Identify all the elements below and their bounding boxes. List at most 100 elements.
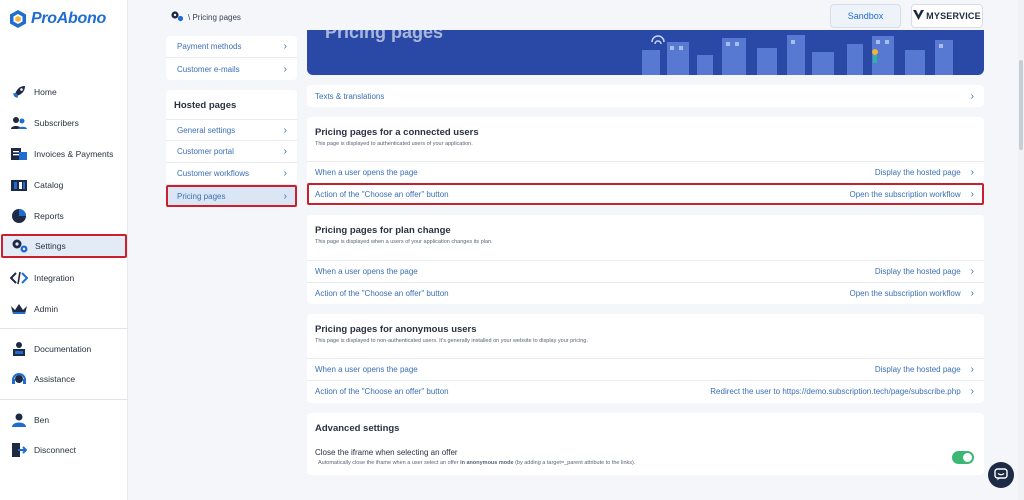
invoices-icon — [10, 145, 28, 163]
app-logo[interactable]: ProAbono — [10, 10, 106, 28]
chat-button[interactable] — [988, 462, 1014, 488]
sidebar-item-label: Reports — [34, 211, 64, 221]
chevron-right-icon: › — [283, 63, 287, 75]
chevron-right-icon: › — [283, 168, 287, 179]
breadcrumb: \ Pricing pages — [170, 10, 241, 24]
book-icon — [10, 340, 28, 358]
row-label: When a user opens the page — [315, 267, 418, 276]
logout-icon — [10, 441, 28, 459]
pie-chart-icon — [10, 207, 28, 225]
row-label: When a user opens the page — [315, 168, 418, 177]
submenu-item-label: Customer e-mails — [177, 64, 240, 74]
settings-gear-icon — [170, 10, 184, 24]
section-description: This page is displayed to non-authentica… — [315, 338, 588, 344]
chevron-right-icon: › — [970, 364, 974, 375]
proabono-logo-icon — [10, 10, 26, 28]
section-anonymous-users: Pricing pages for anonymous users This p… — [307, 314, 984, 403]
chevron-right-icon: › — [970, 90, 974, 102]
sidebar-item-invoices-payments[interactable]: Invoices & Payments — [0, 142, 128, 166]
sidebar-item-label: Catalog — [34, 180, 64, 190]
sidebar-item-catalog[interactable]: Catalog — [0, 173, 128, 197]
submenu-item-customer-workflows[interactable]: Customer workflows › — [166, 163, 297, 185]
myservice-logo-icon — [913, 10, 925, 22]
scrollbar-thumb[interactable] — [1019, 60, 1023, 150]
row-value: Display the hosted page — [874, 365, 961, 374]
section-plan-change: Pricing pages for plan change This page … — [307, 215, 984, 304]
organization-name: MYSERVICE — [926, 11, 981, 21]
sidebar-item-label: Ben — [34, 415, 50, 425]
submenu-item-pricing-pages[interactable]: Pricing pages › — [166, 185, 297, 207]
chevron-right-icon: › — [283, 190, 287, 202]
sidebar-item-documentation[interactable]: Documentation — [0, 337, 128, 361]
sidebar-item-label: Subscribers — [34, 118, 79, 128]
row-label: Action of the "Choose an offer" button — [315, 289, 449, 298]
headset-icon — [10, 370, 28, 388]
chevron-right-icon: › — [970, 386, 974, 397]
option-label: Close the iframe when selecting an offer — [315, 448, 458, 457]
sidebar-item-assistance[interactable]: Assistance — [0, 367, 128, 391]
advanced-settings-card: Advanced settings Close the iframe when … — [307, 413, 984, 475]
chevron-right-icon: › — [283, 146, 287, 157]
submenu-item-label: General settings — [177, 125, 236, 135]
organization-switcher[interactable]: MYSERVICE — [911, 4, 983, 28]
row-open-page[interactable]: When a user opens the page Display the h… — [307, 260, 984, 282]
sidebar-item-reports[interactable]: Reports — [0, 204, 128, 228]
texts-translations-link[interactable]: Texts & translations › — [307, 85, 984, 107]
option-description: Automatically close the iframe when a us… — [318, 460, 635, 466]
option-description-bold: in anonymous mode — [460, 460, 514, 466]
hosted-pages-menu: Hosted pages General settings › Customer… — [166, 90, 297, 207]
row-label: Action of the "Choose an offer" button — [315, 190, 449, 199]
row-choose-offer-action[interactable]: Action of the "Choose an offer" button R… — [307, 380, 984, 402]
row-choose-offer-action[interactable]: Action of the "Choose an offer" button O… — [307, 183, 984, 205]
row-label: Action of the "Choose an offer" button — [315, 387, 449, 396]
sidebar-item-label: Documentation — [34, 344, 92, 354]
section-title: Pricing pages for plan change — [315, 225, 451, 236]
section-title: Pricing pages for anonymous users — [315, 324, 477, 335]
row-value: Display the hosted page — [874, 168, 961, 177]
row-choose-offer-action[interactable]: Action of the "Choose an offer" button O… — [307, 282, 984, 304]
chevron-right-icon: › — [970, 189, 974, 200]
sidebar-item-disconnect[interactable]: Disconnect — [0, 438, 128, 462]
toggle-knob — [963, 453, 972, 462]
sidebar-item-integration[interactable]: Integration — [0, 266, 128, 290]
row-open-page[interactable]: When a user opens the page Display the h… — [307, 161, 984, 183]
row-label: Texts & translations — [315, 91, 385, 101]
row-value: Open the subscription workflow — [849, 289, 961, 298]
submenu-item-customer-emails[interactable]: Customer e-mails › — [166, 58, 297, 80]
sidebar-item-label: Disconnect — [34, 445, 77, 455]
users-icon — [10, 114, 28, 132]
row-value: Redirect the user to https://demo.subscr… — [710, 387, 961, 396]
app-name: ProAbono — [31, 10, 106, 27]
row-open-page[interactable]: When a user opens the page Display the h… — [307, 358, 984, 380]
catalog-icon — [10, 176, 28, 194]
close-iframe-toggle[interactable] — [952, 451, 974, 464]
hosted-pages-title: Hosted pages — [174, 100, 237, 111]
submenu-item-label: Customer workflows — [177, 169, 250, 178]
submenu-item-payment-methods[interactable]: Payment methods › — [166, 36, 297, 58]
sidebar-item-admin[interactable]: Admin — [0, 297, 128, 321]
submenu-item-label: Payment methods — [177, 42, 242, 51]
banner-illustration — [642, 35, 953, 75]
sandbox-button[interactable]: Sandbox — [830, 4, 901, 28]
sidebar-item-label: Integration — [34, 273, 75, 283]
sidebar-item-subscribers[interactable]: Subscribers — [0, 111, 128, 135]
sidebar-item-home[interactable]: Home — [0, 80, 128, 104]
row-label: When a user opens the page — [315, 365, 418, 374]
sidebar-item-settings[interactable]: Settings — [1, 234, 127, 258]
crown-icon — [10, 300, 28, 318]
submenu-item-label: Customer portal — [177, 147, 234, 156]
row-value: Open the subscription workflow — [849, 190, 961, 199]
chevron-right-icon: › — [970, 288, 974, 299]
section-description: This page is displayed to authenticated … — [315, 141, 473, 147]
page-scrollbar[interactable] — [1018, 0, 1024, 500]
submenu-item-general-settings[interactable]: General settings › — [166, 119, 297, 141]
sidebar-divider — [0, 399, 128, 400]
sidebar-item-label: Admin — [34, 304, 59, 314]
submenu-item-customer-portal[interactable]: Customer portal › — [166, 141, 297, 163]
sidebar-item-label: Settings — [35, 241, 66, 251]
code-icon — [10, 269, 28, 287]
sidebar-item-label: Invoices & Payments — [34, 149, 114, 159]
texts-translations-card: Texts & translations › — [307, 85, 984, 107]
chevron-right-icon: › — [970, 266, 974, 277]
sidebar-item-profile[interactable]: Ben — [0, 408, 128, 432]
